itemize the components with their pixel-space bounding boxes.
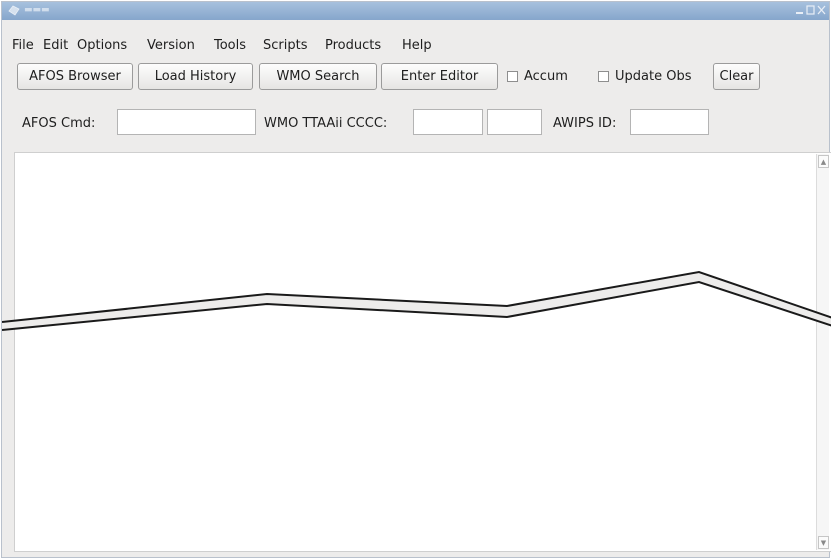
text-workstation-window: ▬▬▬ File Edit Options Version Tools Scri…: [1, 1, 831, 558]
image-break-line: [2, 270, 831, 331]
